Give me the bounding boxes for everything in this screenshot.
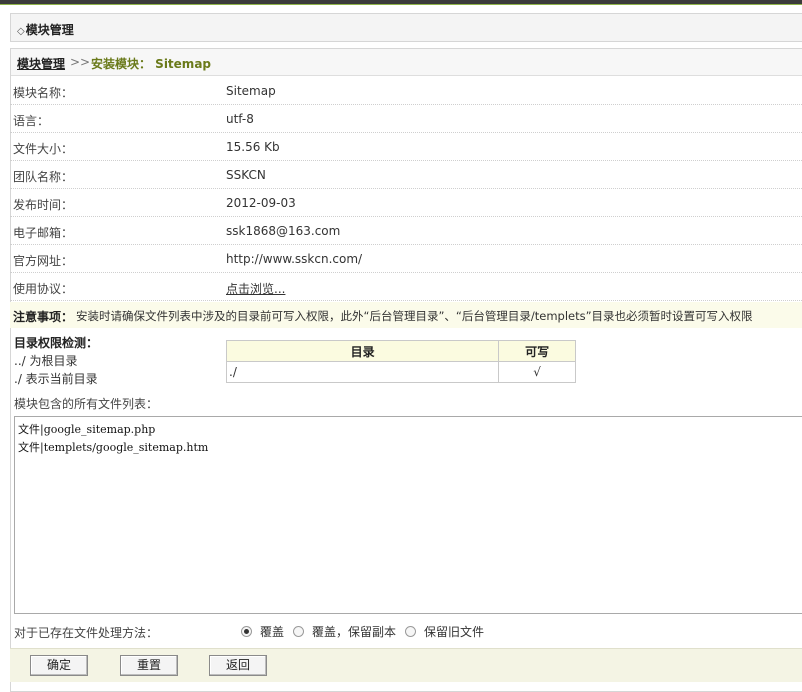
license-link[interactable]: 点击浏览... xyxy=(226,280,285,297)
overwrite-method-label: 对于已存在文件处理方法： xyxy=(14,626,159,640)
breadcrumb-current: 安装模块： Sitemap xyxy=(91,57,212,71)
field-value: ssk1868@163.com xyxy=(226,224,341,238)
field-label: 文件大小： xyxy=(13,142,74,156)
notice-label: 注意事项： xyxy=(13,310,74,324)
column-header-writable: 可写 xyxy=(498,340,576,362)
table-header-row: 目录 可写 xyxy=(225,340,576,362)
field-label: 发布时间： xyxy=(13,198,74,212)
field-label: 团队名称： xyxy=(13,170,74,184)
radio-keep-old[interactable]: 保留旧文件 xyxy=(405,623,484,640)
field-row-team: 团队名称： SSKCN xyxy=(10,161,802,189)
field-row-release-date: 发布时间： 2012-09-03 xyxy=(10,189,802,217)
page-title: ◇模块管理 xyxy=(17,21,74,38)
field-label: 使用协议： xyxy=(13,282,74,296)
field-row-module-name: 模块名称： Sitemap xyxy=(10,77,802,105)
permission-note-root: ../ 为根目录 xyxy=(14,354,78,368)
diamond-icon: ◇ xyxy=(17,26,25,37)
radio-label: 覆盖，保留副本 xyxy=(312,625,397,639)
top-accent-bar xyxy=(0,0,802,5)
field-row-license: 使用协议： 点击浏览... xyxy=(10,273,802,301)
field-value: utf-8 xyxy=(226,112,254,126)
file-list-label: 模块包含的所有文件列表： xyxy=(14,397,159,411)
notice-bar: 注意事项： 安装时请确保文件列表中涉及的目录前可写入权限，此外“后台管理目录”、… xyxy=(10,302,802,328)
radio-overwrite-keep-copy[interactable]: 覆盖，保留副本 xyxy=(293,623,396,640)
back-button[interactable]: 返回 xyxy=(209,655,267,676)
permission-heading: 目录权限检测： xyxy=(14,336,99,350)
column-header-directory: 目录 xyxy=(225,340,500,362)
field-label: 模块名称： xyxy=(13,86,74,100)
radio-label: 保留旧文件 xyxy=(424,625,485,639)
radio-overwrite[interactable]: 覆盖 xyxy=(241,623,284,640)
field-label: 电子邮箱： xyxy=(13,226,74,240)
field-label: 官方网址： xyxy=(13,254,74,268)
page-title-text: 模块管理 xyxy=(25,23,74,37)
notice-text: 安装时请确保文件列表中涉及的目录前可写入权限，此外“后台管理目录”、“后台管理目… xyxy=(76,309,753,323)
field-value: Sitemap xyxy=(226,84,276,98)
field-value: 15.56 Kb xyxy=(226,140,280,154)
writable-cell: √ xyxy=(498,361,576,383)
button-bar: 确定 重置 返回 xyxy=(10,648,802,682)
directory-permission-table: 目录 可写 ./ √ xyxy=(225,340,576,383)
field-row-website: 官方网址： http://www.sskcn.com/ xyxy=(10,245,802,273)
file-list-line: 文件|google_sitemap.php xyxy=(18,423,156,436)
field-row-file-size: 文件大小： 15.56 Kb xyxy=(10,133,802,161)
table-row: ./ √ xyxy=(225,361,576,383)
field-value: SSKCN xyxy=(226,168,266,182)
field-label: 语言： xyxy=(13,114,50,128)
reset-button[interactable]: 重置 xyxy=(120,655,178,676)
radio-dot[interactable] xyxy=(293,626,304,637)
field-value: 2012-09-03 xyxy=(226,196,296,210)
radio-dot-selected[interactable] xyxy=(241,626,252,637)
field-value: http://www.sskcn.com/ xyxy=(226,252,363,266)
file-list-line: 文件|templets/google_sitemap.htm xyxy=(18,441,209,454)
radio-dot[interactable] xyxy=(405,626,416,637)
ok-button[interactable]: 确定 xyxy=(30,655,88,676)
permission-note-current: ./ 表示当前目录 xyxy=(14,372,98,386)
radio-label: 覆盖 xyxy=(260,625,285,639)
field-row-language: 语言： utf-8 xyxy=(10,105,802,133)
breadcrumb-separator: >> xyxy=(70,55,91,69)
title-bar: ◇模块管理 xyxy=(10,13,802,42)
breadcrumb: 模块管理 >> 安装模块： Sitemap xyxy=(11,49,802,76)
file-list-textarea[interactable]: 文件|google_sitemap.php 文件|templets/google… xyxy=(14,416,802,614)
directory-cell: ./ xyxy=(225,361,500,383)
field-row-email: 电子邮箱： ssk1868@163.com xyxy=(10,217,802,245)
breadcrumb-home-link[interactable]: 模块管理 xyxy=(17,55,65,72)
